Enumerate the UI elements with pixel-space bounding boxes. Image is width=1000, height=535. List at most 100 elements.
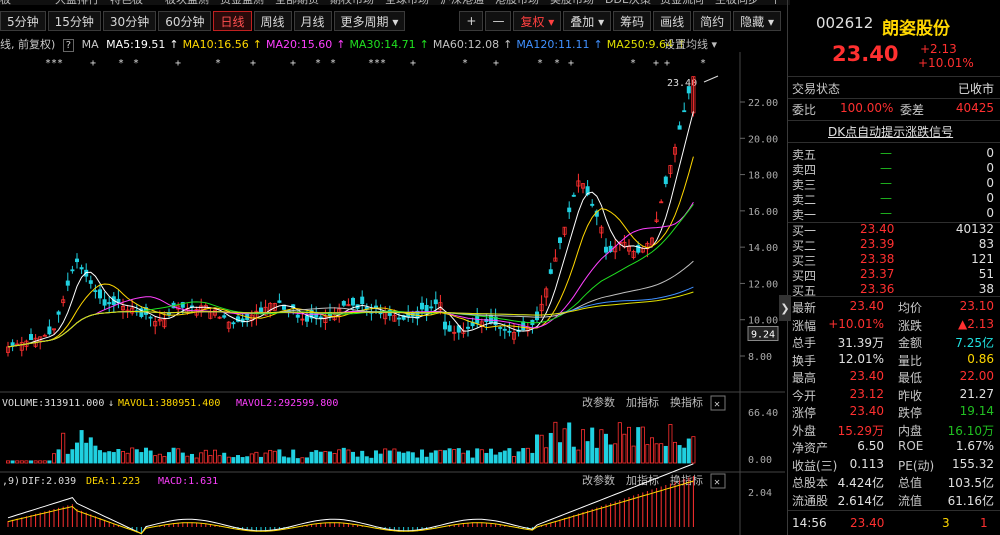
toolbar-tool-button[interactable]: — [485,11,512,31]
ask-price: — [880,176,892,190]
top-nav-item[interactable]: 资金流向 [660,0,704,5]
event-marker[interactable]: + [250,58,256,69]
ma-settings-button[interactable]: 设置均线 ▾ [664,36,717,52]
volume-bar [286,457,291,464]
volume-bar [663,445,668,464]
top-nav-item[interactable]: 资金监测 [220,0,264,5]
stat-value: 12.01% [838,351,884,366]
event-marker[interactable]: *** [45,58,63,69]
event-marker[interactable]: + [653,58,659,69]
event-marker[interactable]: + [568,58,574,69]
event-marker[interactable]: + [664,58,670,69]
period-button[interactable]: 更多周期 ▾ [333,11,406,31]
ma-arrow: ↑ [336,38,346,51]
stat-row: 涨停 23.40 跌停 19.14 [792,404,994,421]
event-marker[interactable]: * [315,58,321,69]
stat-label: 最新 [792,301,817,315]
candle-body [433,299,438,305]
toolbar-tool-button[interactable]: 画线 [653,11,692,31]
event-marker[interactable]: + [410,58,416,69]
toolbar-tool-button[interactable]: 简约 [693,11,732,31]
stat-row: 总股本 4.424亿 总值 103.5亿 [792,474,994,491]
collapse-panel-button[interactable]: ❯ [779,295,791,321]
top-nav-item[interactable]: 主板同步 [715,0,759,5]
volume-bar [360,450,365,464]
top-nav-item[interactable]: 全球市场 [385,0,429,5]
stat-value: 0.113 [849,456,884,471]
top-nav: 板 大盘排行 特色板 板块监测 资金监测 全部期货 期权市场 全球市场 沪深港通 港股市场 美股市场… [0,0,790,5]
volume-bar [636,427,641,464]
trade-state-value: 已收市 [957,82,994,96]
volume-bar [475,448,480,464]
top-nav-item[interactable]: 全部期货 [275,0,319,5]
bid-volume: 121 [971,252,994,266]
top-nav-item[interactable]: DDE决策 [605,0,651,5]
event-marker[interactable]: * [462,58,468,69]
volume-bar [84,442,89,464]
volume-bar [608,444,613,464]
event-marker[interactable]: * [537,58,543,69]
top-nav-item[interactable]: 沪深港通 [440,0,484,5]
period-button[interactable]: 周线 [253,11,292,31]
indicator-button[interactable]: 加指标 [626,395,659,409]
toolbar-tool-button[interactable]: 筹码 [613,11,652,31]
top-nav-item[interactable]: 大盘排行 [55,0,99,5]
ask-volume: 0 [986,176,994,190]
toolbar-tool-button[interactable]: 复权 ▾ [513,11,562,31]
close-icon-glyph[interactable]: ✕ [714,399,720,410]
top-nav-item[interactable]: 板块监测 [165,0,209,5]
candle-body [558,237,563,244]
chart-area[interactable]: 22.00 20.00 18.00 16.00 14.00 12.00 10.00 8.00 9… [0,52,785,535]
period-button[interactable]: 15分钟 [47,11,101,31]
indicator-button[interactable]: 加指标 [626,473,659,487]
indicator-button[interactable]: 改参数 [582,473,615,487]
period-button[interactable]: 日线 [213,11,252,31]
volume-bar [410,452,415,464]
toolbar-tool-button[interactable]: 隐藏 ▾ [733,11,782,31]
top-nav-item[interactable]: 板 [0,0,11,5]
event-marker[interactable]: + [290,58,296,69]
top-nav-item[interactable]: 特色板 [110,0,143,5]
event-marker[interactable]: *** [368,58,386,69]
top-nav-item[interactable]: 美股市场 [550,0,594,5]
event-marker[interactable]: * [118,58,124,69]
price-tick-label: 16.00 [748,207,778,218]
bid-row: 买二 23.39 83 [792,237,994,253]
period-button[interactable]: 30分钟 [102,11,157,31]
period-button[interactable]: 5分钟 [0,11,46,31]
event-marker[interactable]: * [554,58,560,69]
event-marker[interactable]: * [133,58,139,69]
volume-bar [107,451,112,464]
volume-bar [516,451,521,464]
top-nav-item[interactable]: 港股市场 [495,0,539,5]
close-icon-glyph[interactable]: ✕ [714,477,720,488]
period-button[interactable]: 月线 [293,11,332,31]
candle-body [277,300,282,303]
event-marker[interactable]: + [90,58,96,69]
event-marker[interactable]: * [330,58,336,69]
volume-bar [272,450,277,464]
toolbar-tool-button[interactable]: + [459,11,484,31]
tick-volume: 3 [942,516,950,530]
volume-bar [433,450,438,464]
dk-signal-link[interactable]: DK点自动提示涨跌信号 [828,123,953,140]
period-button[interactable]: 60分钟 [158,11,212,31]
event-marker[interactable]: * [630,58,636,69]
event-marker[interactable]: + [493,58,499,69]
stat-row: 换手 12.01% 量比 0.86 [792,352,994,369]
volume-bar [231,457,236,464]
indicator-button[interactable]: 改参数 [582,395,615,409]
candle-body [166,312,171,315]
ma20-line [7,201,694,348]
volume-bar [438,449,443,464]
event-marker[interactable]: * [700,58,706,69]
top-nav-item[interactable]: 期权市场 [330,0,374,5]
order-ratio-value: 100.00% [840,101,894,115]
order-ratio-label: 委比 [792,103,817,117]
event-marker[interactable]: * [215,58,221,69]
indicator-button[interactable]: 换指标 [670,395,703,409]
toolbar-tool-button[interactable]: 叠加 ▾ [563,11,612,31]
help-icon[interactable]: ? [62,39,75,52]
event-marker[interactable]: + [175,58,181,69]
candle-body [350,297,355,306]
